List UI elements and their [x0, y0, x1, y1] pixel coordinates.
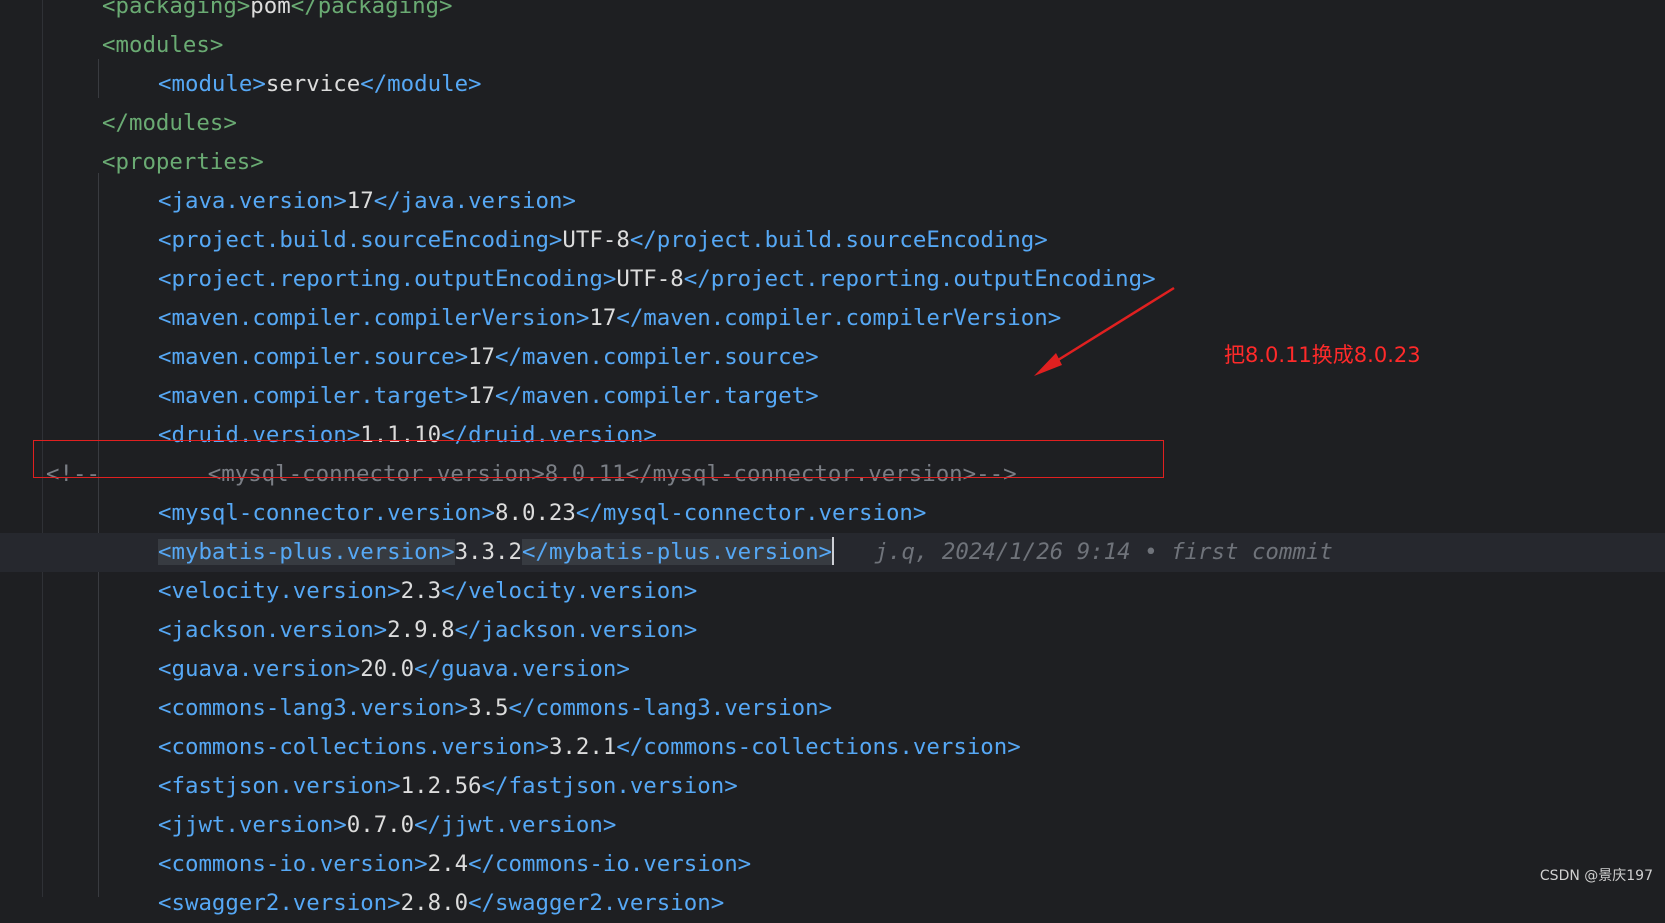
watermark: CSDN @景庆197: [1539, 868, 1653, 884]
xml-open-tag: <maven.compiler.compilerVersion>: [158, 305, 590, 331]
code-line[interactable]: <project.build.sourceEncoding>UTF-8</pro…: [0, 221, 1665, 260]
xml-close-tag: </guava.version>: [414, 656, 630, 682]
xml-close-tag: </java.version>: [373, 188, 576, 214]
xml-open-tag: <commons-lang3.version>: [158, 695, 469, 721]
code-line[interactable]: <mybatis-plus.version>3.3.2</mybatis-plu…: [0, 533, 1665, 572]
xml-close-tag: </packaging>: [290, 0, 453, 19]
xml-value: 3.2.1: [548, 734, 617, 760]
code-line[interactable]: <modules>: [0, 26, 1665, 65]
xml-open-tag: <project.reporting.outputEncoding>: [158, 266, 617, 292]
xml-value: 20.0: [360, 656, 415, 682]
code-line[interactable]: <guava.version>20.0</guava.version>: [0, 650, 1665, 689]
xml-open-tag: <swagger2.version>: [158, 890, 401, 916]
xml-value: service: [265, 71, 361, 97]
code-line[interactable]: <jackson.version>2.9.8</jackson.version>: [0, 611, 1665, 650]
xml-close-tag: </velocity.version>: [441, 578, 698, 604]
xml-close-tag: </commons-collections.version>: [616, 734, 1021, 760]
xml-value: 2.9.8: [387, 617, 455, 643]
code-line[interactable]: <project.reporting.outputEncoding>UTF-8<…: [0, 260, 1665, 299]
xml-value: 8.0.23: [495, 500, 576, 526]
git-blame-annotation[interactable]: j.q, 2024/1/26 9:14 • first commit: [875, 539, 1333, 565]
blame-gap: [834, 539, 874, 565]
xml-open-tag: </modules>: [102, 110, 237, 136]
xml-open-tag: <modules>: [102, 32, 224, 58]
code-line[interactable]: <packaging>pom</packaging>: [0, 0, 1665, 26]
code-line[interactable]: <module>service</module>: [0, 65, 1665, 104]
xml-close-tag: </fastjson.version>: [481, 773, 738, 799]
xml-value: 3.5: [468, 695, 509, 721]
xml-close-tag: </commons-io.version>: [468, 851, 752, 877]
code-line[interactable]: <java.version>17</java.version>: [0, 182, 1665, 221]
code-line[interactable]: <jjwt.version>0.7.0</jjwt.version>: [0, 806, 1665, 845]
code-line[interactable]: <commons-io.version>2.4</commons-io.vers…: [0, 845, 1665, 884]
arrow-icon: [1034, 286, 1175, 376]
xml-value: 17: [346, 188, 374, 214]
code-line[interactable]: <maven.compiler.target>17</maven.compile…: [0, 377, 1665, 416]
xml-open-tag: <maven.compiler.source>: [158, 344, 469, 370]
xml-open-tag: <java.version>: [158, 188, 347, 214]
xml-open-tag: <fastjson.version>: [158, 773, 401, 799]
xml-value: 17: [468, 344, 496, 370]
xml-value: 0.7.0: [346, 812, 415, 838]
xml-close-tag: </maven.compiler.compilerVersion>: [616, 305, 1062, 331]
xml-close-tag: </mybatis-plus.version>: [521, 539, 833, 565]
xml-open-tag: <jjwt.version>: [158, 812, 347, 838]
code-line[interactable]: <fastjson.version>1.2.56</fastjson.versi…: [0, 767, 1665, 806]
code-line[interactable]: </modules>: [0, 104, 1665, 143]
xml-close-tag: </jackson.version>: [454, 617, 698, 643]
xml-value: UTF-8: [562, 227, 630, 253]
xml-open-tag: <mybatis-plus.version>: [158, 539, 455, 565]
xml-close-tag: </commons-lang3.version>: [508, 695, 833, 721]
code-line[interactable]: <properties>: [0, 143, 1665, 182]
xml-value: 3.3.2: [454, 539, 522, 565]
xml-open-tag: <velocity.version>: [158, 578, 401, 604]
xml-value: UTF-8: [616, 266, 684, 292]
xml-open-tag: <maven.compiler.target>: [158, 383, 469, 409]
xml-open-tag: <properties>: [102, 149, 264, 175]
xml-close-tag: </jjwt.version>: [414, 812, 617, 838]
code-line[interactable]: <swagger2.version>2.8.0</swagger2.versio…: [0, 884, 1665, 923]
xml-value: 17: [468, 383, 496, 409]
xml-close-tag: </swagger2.version>: [468, 890, 725, 916]
xml-close-tag: </maven.compiler.target>: [495, 383, 819, 409]
code-line[interactable]: <velocity.version>2.3</velocity.version>: [0, 572, 1665, 611]
xml-open-tag: <module>: [158, 71, 266, 97]
xml-open-tag: <jackson.version>: [158, 617, 388, 643]
xml-open-tag: <guava.version>: [158, 656, 361, 682]
code-line[interactable]: <commons-collections.version>3.2.1</comm…: [0, 728, 1665, 767]
code-editor[interactable]: <packaging>pom</packaging> <modules> <modu…: [0, 0, 1665, 916]
annotation-text: 把8.0.11换成8.0.23: [1224, 343, 1421, 367]
code-line[interactable]: <commons-lang3.version>3.5</commons-lang…: [0, 689, 1665, 728]
xml-value: 1.2.56: [400, 773, 482, 799]
xml-close-tag: </maven.compiler.source>: [495, 344, 819, 370]
highlight-box: [33, 440, 1164, 478]
xml-value: 17: [589, 305, 617, 331]
xml-value: pom: [250, 0, 291, 19]
xml-close-tag: </module>: [360, 71, 482, 97]
code-line[interactable]: <maven.compiler.compilerVersion>17</mave…: [0, 299, 1665, 338]
xml-value: 2.4: [427, 851, 469, 877]
xml-close-tag: </mysql-connector.version>: [575, 500, 927, 526]
xml-value: 2.8.0: [400, 890, 469, 916]
code-line[interactable]: <mysql-connector.version>8.0.23</mysql-c…: [0, 494, 1665, 533]
xml-value: 2.3: [400, 578, 442, 604]
xml-open-tag: <commons-collections.version>: [158, 734, 549, 760]
xml-open-tag: <project.build.sourceEncoding>: [158, 227, 563, 253]
xml-open-tag: <commons-io.version>: [158, 851, 428, 877]
xml-close-tag: </project.build.sourceEncoding>: [629, 227, 1048, 253]
xml-open-tag: <packaging>: [102, 0, 251, 19]
xml-open-tag: <mysql-connector.version>: [158, 500, 496, 526]
